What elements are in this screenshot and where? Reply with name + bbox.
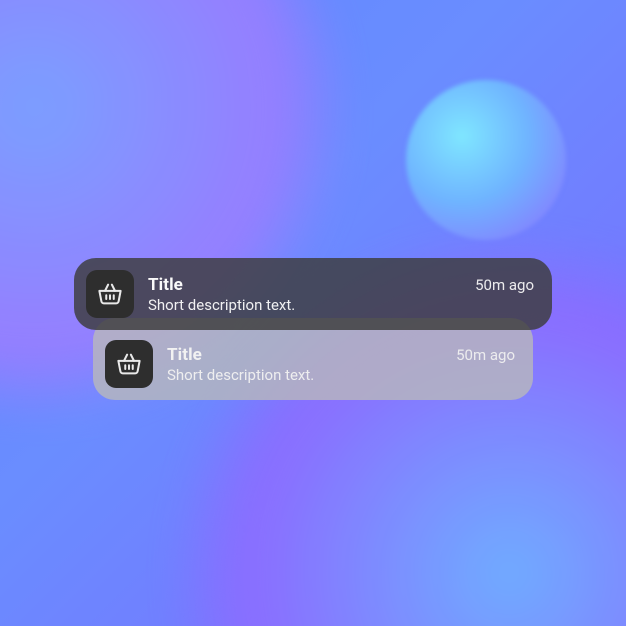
shopping-basket-icon (114, 349, 144, 379)
notification-stack: Title 50m ago Short description text. Ti… (74, 258, 552, 400)
notification-card[interactable]: Title 50m ago Short description text. (93, 318, 533, 400)
bg-orb (406, 80, 566, 240)
notification-description: Short description text. (167, 366, 515, 384)
app-icon-badge (86, 270, 134, 318)
app-icon-badge (105, 340, 153, 388)
notification-title: Title (167, 345, 202, 365)
notification-body: Title 50m ago Short description text. (148, 275, 534, 314)
notification-description: Short description text. (148, 296, 534, 314)
notification-body: Title 50m ago Short description text. (167, 345, 515, 384)
notification-title: Title (148, 275, 183, 295)
notification-time: 50m ago (456, 346, 515, 364)
shopping-basket-icon (95, 279, 125, 309)
notification-time: 50m ago (475, 276, 534, 294)
notification-card[interactable]: Title 50m ago Short description text. (74, 258, 552, 330)
